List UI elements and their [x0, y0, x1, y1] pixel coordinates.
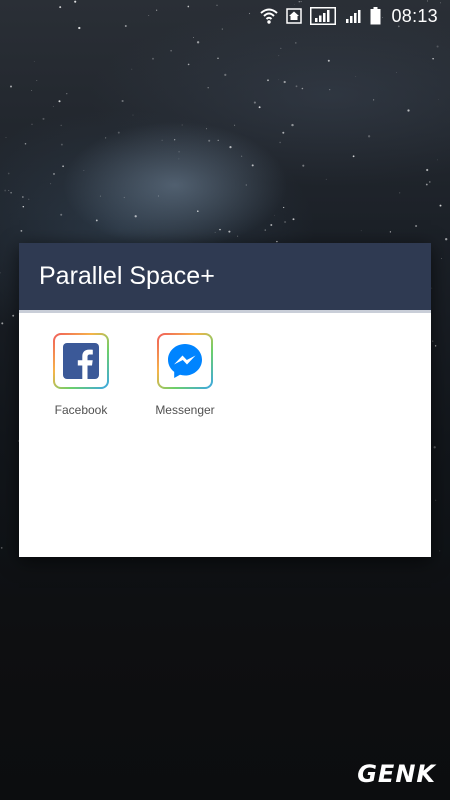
facebook-icon: [63, 343, 99, 379]
facebook-icon-frame[interactable]: [53, 333, 109, 389]
app-folder-dialog: Parallel Space+ Facebook Messenger: [19, 243, 431, 557]
battery-icon: [370, 7, 381, 25]
home-icon: [286, 8, 303, 24]
messenger-icon-frame[interactable]: [157, 333, 213, 389]
app-facebook[interactable]: Facebook: [35, 333, 127, 417]
messenger-icon: [168, 344, 202, 378]
app-label: Facebook: [54, 403, 108, 417]
watermark-logo: GENK: [357, 760, 436, 788]
app-grid: Facebook Messenger: [19, 313, 431, 417]
status-bar: 08:13: [0, 0, 450, 32]
dialog-header: Parallel Space+: [19, 243, 431, 313]
app-messenger[interactable]: Messenger: [139, 333, 231, 417]
signal-box-icon: [310, 7, 337, 25]
signal-icon: [344, 8, 362, 24]
dialog-title: Parallel Space+: [39, 262, 215, 290]
wifi-icon: [260, 8, 279, 24]
clock: 08:13: [391, 5, 438, 26]
app-label: Messenger: [155, 403, 215, 417]
